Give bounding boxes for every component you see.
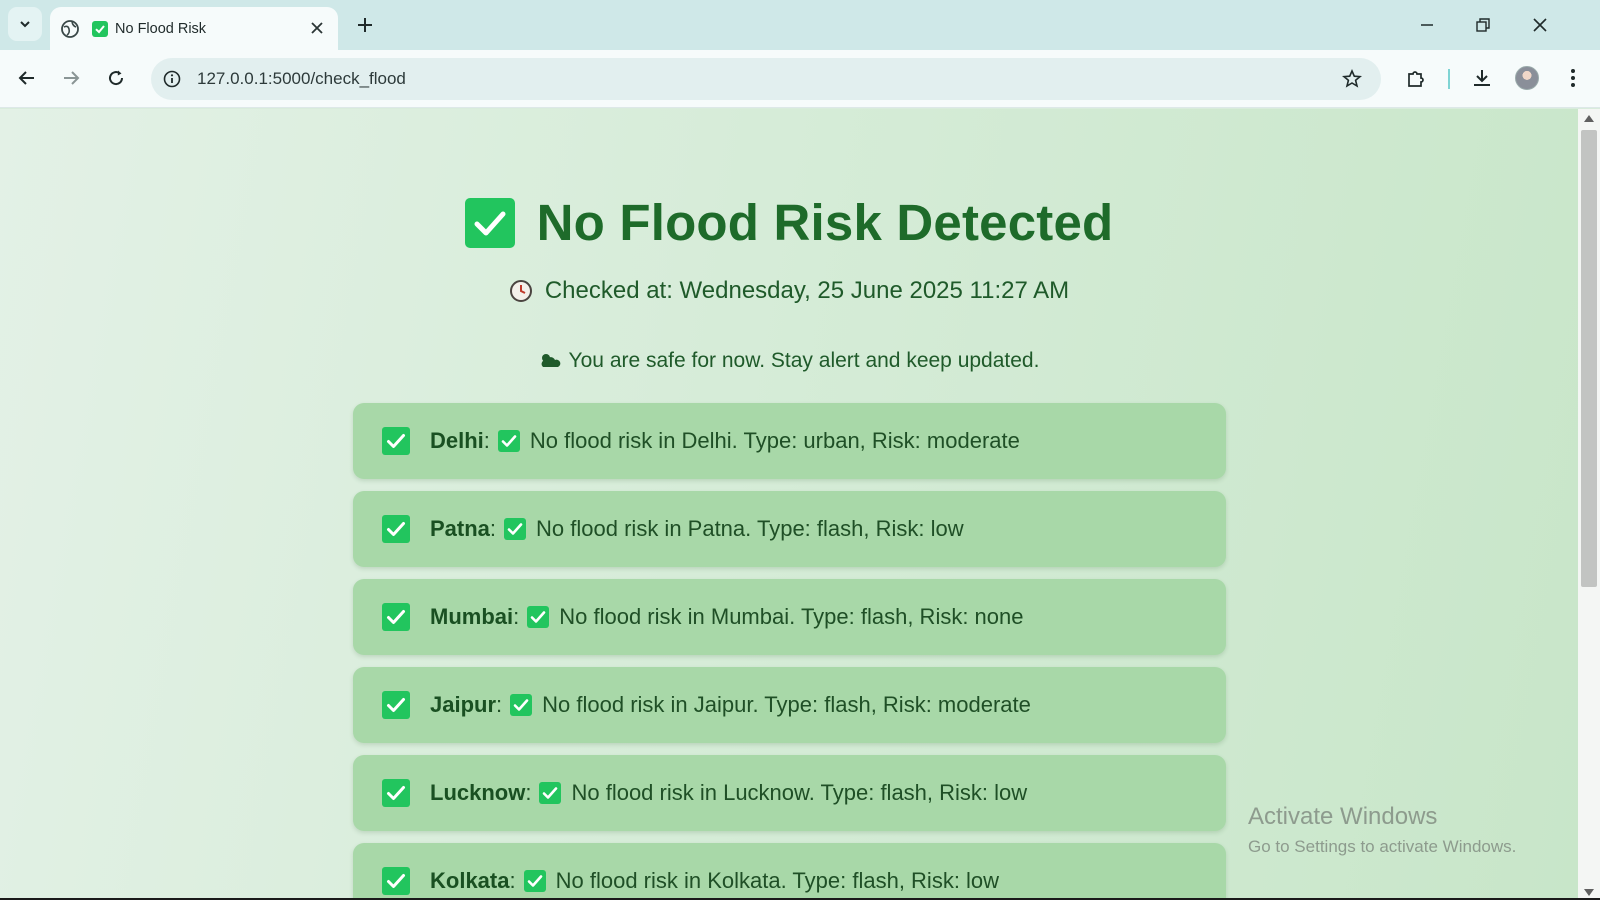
check-box-icon [523,870,546,892]
city-name: Mumbai [430,604,514,629]
reload-button[interactable] [99,61,133,95]
downloads-button[interactable] [1465,61,1499,95]
bookmark-star-icon[interactable] [1337,64,1367,94]
page-heading: No Flood Risk Detected [0,193,1578,252]
tab-strip: No Flood Risk [0,0,1600,50]
check-box-icon [497,430,520,452]
check-box-icon [527,606,550,628]
colon: : [509,868,516,893]
check-box-icon [382,427,410,455]
download-icon [1474,70,1490,86]
close-window-button[interactable] [1525,10,1555,40]
checked-at: Checked at: Wednesday, 25 June 2025 11:2… [0,277,1578,305]
restore-icon [1476,18,1490,32]
list-item: Delhi: No flood risk in Delhi. Type: urb… [353,403,1226,479]
checked-at-text: Checked at: Wednesday, 25 June 2025 11:2… [544,277,1070,304]
safe-message: You are safe for now. Stay alert and kee… [0,349,1578,373]
scroll-down-arrow-icon[interactable] [1584,889,1594,896]
city-name: Lucknow [430,780,526,805]
city-message: No flood risk in Patna. Type: flash, Ris… [536,516,964,541]
page-content: No Flood Risk Detected Checked at: Wedne… [0,109,1578,900]
minimize-icon [1421,24,1433,26]
list-item: Mumbai: No flood risk in Mumbai. Type: f… [353,579,1226,655]
profile-button[interactable] [1510,61,1544,95]
arrow-right-icon [64,71,80,85]
back-button[interactable] [10,61,44,95]
reload-icon [109,70,124,86]
check-box-icon [382,691,410,719]
page-scrollbar[interactable] [1578,109,1600,900]
colon: : [483,428,490,453]
chevron-down-icon [20,21,30,28]
arrow-left-icon [18,71,34,85]
check-box-icon [382,867,410,895]
colon: : [525,780,532,805]
city-message: No flood risk in Lucknow. Type: flash, R… [571,780,1028,805]
city-message: No flood risk in Jaipur. Type: flash, Ri… [542,692,1031,717]
menu-button[interactable] [1556,61,1590,95]
tab-close-icon[interactable] [306,17,328,39]
plus-icon [358,18,372,32]
safe-message-text: You are safe for now. Stay alert and kee… [568,349,1040,372]
watermark-title: Activate Windows [1248,803,1438,830]
check-box-icon [382,515,410,543]
extensions-button[interactable] [1399,61,1433,95]
city-name: Kolkata [430,868,510,893]
address-bar[interactable]: 127.0.0.1:5000/check_flood [151,58,1381,100]
check-box-icon [382,779,410,807]
toolbar-divider [1448,69,1450,89]
tab-active[interactable]: No Flood Risk [50,7,338,50]
scroll-up-arrow-icon[interactable] [1584,115,1594,122]
check-box-icon [504,518,527,540]
colon: : [496,692,503,717]
activate-windows-watermark: Activate Windows Go to Settings to activ… [1248,803,1516,857]
tab-search-button[interactable] [8,7,42,41]
list-item: Lucknow: No flood risk in Lucknow. Type:… [353,755,1226,831]
url-text: 127.0.0.1:5000/check_flood [197,69,406,88]
minimize-button[interactable] [1412,10,1442,40]
check-box-icon [464,197,515,248]
colon: : [513,604,520,629]
list-item: Patna: No flood risk in Patna. Type: fla… [353,491,1226,567]
check-box-icon [510,694,533,716]
new-tab-button[interactable] [352,12,378,38]
city-message: No flood risk in Kolkata. Type: flash, R… [555,868,1000,893]
avatar [1515,66,1539,90]
list-item: Kolkata: No flood risk in Kolkata. Type:… [353,843,1226,900]
list-item: Jaipur: No flood risk in Jaipur. Type: f… [353,667,1226,743]
check-box-icon [382,603,410,631]
check-box-icon [539,782,562,804]
close-icon [1533,18,1547,32]
forward-button[interactable] [54,61,88,95]
city-name: Delhi [430,428,484,453]
sun-behind-cloud-icon [541,354,560,367]
page-title: No Flood Risk Detected [536,194,1114,251]
colon: : [489,516,497,541]
scroll-thumb[interactable] [1581,130,1597,587]
globe-icon [60,19,80,39]
browser-toolbar: 127.0.0.1:5000/check_flood [0,50,1600,108]
city-name: Patna [430,516,490,541]
watermark-subtitle: Go to Settings to activate Windows. [1248,837,1517,856]
clock-icon [509,280,532,302]
tab-title: No Flood Risk [115,20,207,37]
city-list: Delhi: No flood risk in Delhi. Type: urb… [353,403,1226,900]
city-message: No flood risk in Mumbai. Type: flash, Ri… [559,604,1024,629]
city-name: Jaipur [430,692,497,717]
site-info-icon[interactable] [157,64,187,94]
kebab-menu-icon [1571,69,1575,87]
city-message: No flood risk in Delhi. Type: urban, Ris… [529,428,1020,453]
restore-button[interactable] [1468,10,1498,40]
favicon-check-icon [92,20,108,37]
puzzle-icon [1408,71,1424,87]
